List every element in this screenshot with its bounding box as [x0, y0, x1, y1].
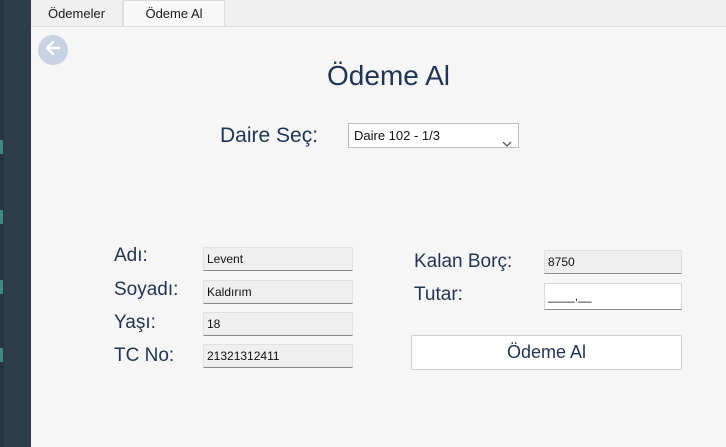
remaining-debt-field[interactable]: 8750 [544, 250, 682, 274]
surname-label: Soyadı: [114, 279, 179, 300]
amount-label: Tutar: [414, 284, 463, 305]
age-field[interactable]: 18 [203, 312, 353, 336]
name-label: Adı: [114, 245, 148, 266]
left-strip-mark [0, 210, 3, 224]
tab-odemeler[interactable]: Ödemeler [31, 1, 123, 26]
tab-odeme-al[interactable]: Ödeme Al [123, 0, 225, 26]
amount-input[interactable]: ____,__ [544, 283, 682, 310]
left-strip-mark [0, 280, 3, 294]
surname-field[interactable]: Kaldırım [203, 280, 353, 304]
daire-select-label: Daire Seç: [220, 124, 319, 147]
name-field[interactable]: Levent [203, 247, 353, 271]
tab-bar: Ödemeler Ödeme Al [31, 0, 726, 27]
left-window-strip [0, 0, 31, 447]
tc-field[interactable]: 21321312411 [203, 344, 353, 368]
age-label: Yaşı: [114, 312, 156, 333]
left-strip-mark [0, 348, 3, 362]
remaining-debt-label: Kalan Borç: [414, 251, 513, 272]
main-content: Ödeme Al Daire Seç: Daire 102 - 1/3 Adı:… [31, 27, 726, 447]
left-strip-mark [0, 140, 3, 154]
tc-label: TC No: [114, 345, 175, 366]
chevron-down-icon [502, 132, 512, 155]
page-title: Ödeme Al [327, 60, 450, 91]
daire-select-value: Daire 102 - 1/3 [354, 128, 440, 143]
odeme-al-button[interactable]: Ödeme Al [411, 335, 682, 370]
back-arrow-icon [43, 38, 63, 62]
daire-select[interactable]: Daire 102 - 1/3 [348, 123, 519, 148]
